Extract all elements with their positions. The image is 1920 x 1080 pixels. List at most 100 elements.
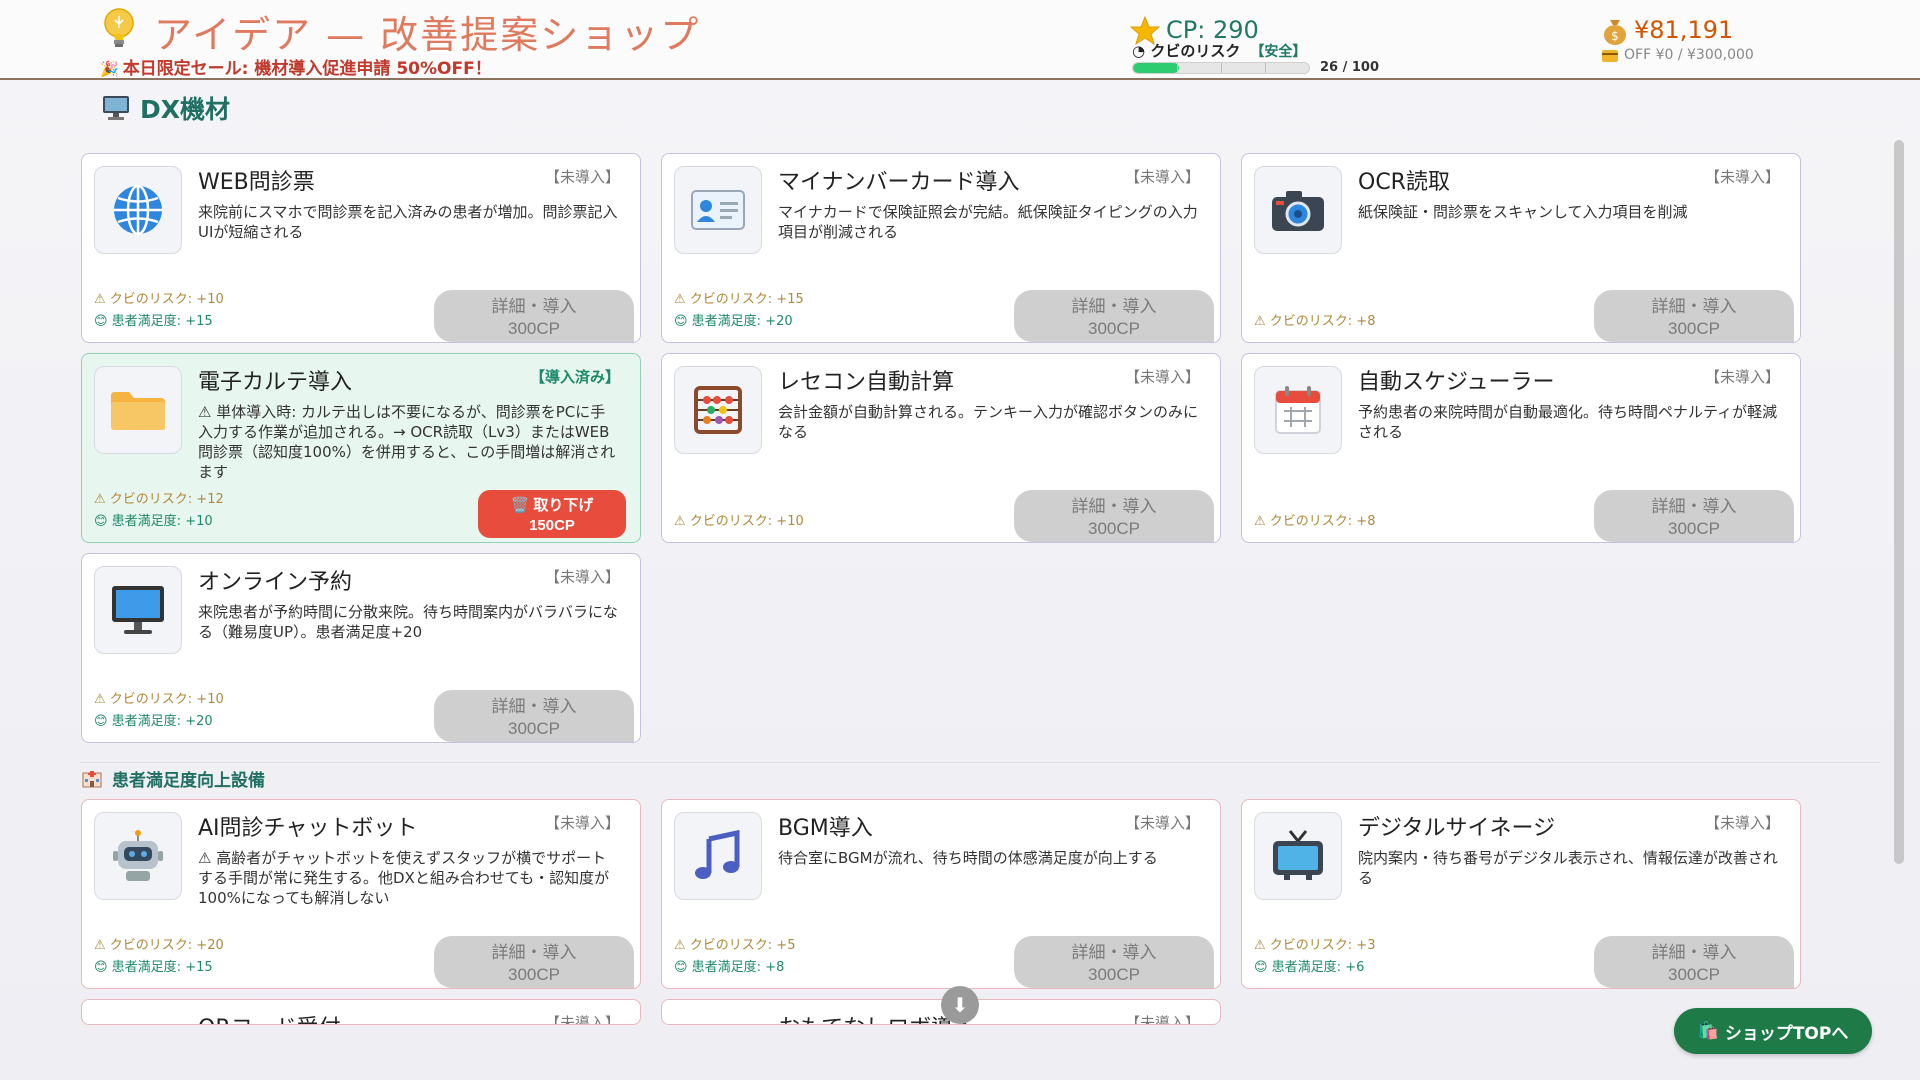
equipment-card-ocr[interactable]: OCR読取 【未導入】 紙保険証・問診票をスキャンして入力項目を削減 ⚠ クビの… [1241,153,1801,343]
equipment-card-bgm[interactable]: BGM導入 【未導入】 待合室にBGMが流れ、待ち時間の体感満足度が向上する ⚠… [661,799,1221,989]
detail-install-button[interactable]: 詳細・導入 300CP [1594,290,1794,342]
sale-banner: 🎉 本日限定セール: 機材導入促進申請 50%OFF！ [100,59,492,79]
light-bulb-icon [104,8,134,47]
svg-text:$: $ [1611,29,1619,43]
card-risk: ⚠ クビのリスク: +10 [674,514,804,529]
withdraw-button[interactable]: 🗑️ 取り下げ 150CP [478,490,626,538]
card-risk: ⚠ クビのリスク: +8 [1254,314,1376,329]
top-header: アイデア — 改善提案ショップ 🎉 本日限定セール: 機材導入促進申請 50%OF… [0,0,1920,80]
scroll-down-button[interactable]: ⬇ [941,986,979,1024]
card-description: 会計金額が自動計算される。テンキー入力が確認ボタンのみになる [778,403,1199,441]
detail-install-button[interactable]: 詳細・導入 300CP [434,936,634,988]
money-bag-icon: $ [1604,20,1626,45]
id-card-icon [691,190,745,230]
detail-install-button[interactable]: 詳細・導入 300CP [1594,490,1794,542]
abacus-icon [694,386,742,434]
card-satisfaction: 😊 患者満足度: +15 [94,960,213,975]
risk-count: 26 / 100 [1320,60,1380,75]
arrow-down-icon: ⬇ [951,993,969,1017]
risk-progress-bar [1132,62,1310,74]
card-icon-box [674,812,762,900]
risk-progress-fill [1133,63,1179,73]
card-satisfaction: 😊 患者満足度: +20 [94,714,213,729]
robot-icon [113,830,163,881]
card-title: オンライン予約 [198,570,353,595]
card-icon-box [94,566,182,654]
card-description: マイナカードで保険証照会が完結。紙保険証タイピングの入力項目が削減される [778,203,1198,241]
card-risk: ⚠ クビのリスク: +10 [94,292,224,307]
equipment-card-digital-signage[interactable]: デジタルサイネージ 【未導入】 院内案内・待ち番号がデジタル表示され、情報伝達が… [1241,799,1801,989]
card-risk: ⚠ クビのリスク: +20 [94,938,224,953]
card-status: 【未導入】 [544,1014,620,1025]
equipment-card-qr-reception[interactable]: QRコード受付 【未導入】 [81,999,641,1025]
equipment-card-ai-chatbot[interactable]: AI問診チャットボット 【未導入】 ⚠ 高齢者がチャットボットを使えずスタッフが… [81,799,641,989]
card-status: 【未導入】 [1124,168,1200,186]
card-description: 来院患者が予約時間に分散来院。待ち時間案内がバラバラになる（難易度UP）。患者満… [198,603,618,641]
card-title: 自動スケジューラー [1358,370,1555,395]
card-risk: ⚠ クビのリスク: +5 [674,938,796,953]
card-status: 【未導入】 [1124,814,1200,832]
card-icon-box [1254,366,1342,454]
detail-install-button[interactable]: 詳細・導入 300CP [434,690,634,742]
shop-top-button[interactable]: 🛍️ ショップTOPへ [1674,1008,1872,1054]
section-divider [80,762,1880,763]
globe-icon [114,184,162,236]
card-icon-box [94,166,182,254]
card-status: 【未導入】 [1124,1014,1200,1025]
card-title: デジタルサイネージ [1358,816,1556,841]
card-title: BGM導入 [778,816,873,841]
camera-icon [1272,191,1324,231]
card-status: 【未導入】 [544,814,620,832]
budget-line: OFF ¥0 / ¥300,000 [1624,47,1754,63]
equipment-card-emr[interactable]: 電子カルテ導入 【導入済み】 ⚠ 単体導入時: カルテ出しは不要になるが、問診票… [81,353,641,543]
scrollbar-thumb[interactable] [1894,140,1904,864]
card-description: 来院前にスマホで問診票を記入済みの患者が増加。問診票記入UIが短縮される [198,203,618,241]
card-satisfaction: 😊 患者満足度: +10 [94,514,213,529]
music-note-icon [695,829,740,879]
equipment-card-web-monshin[interactable]: WEB問診票 【未導入】 来院前にスマホで問診票を記入済みの患者が増加。問診票記… [81,153,641,343]
card-satisfaction: 😊 患者満足度: +20 [674,314,793,329]
card-status: 【未導入】 [1704,168,1780,186]
equipment-card-online-reservation[interactable]: オンライン予約 【未導入】 来院患者が予約時間に分散来院。待ち時間案内がバラバラ… [81,553,641,743]
card-satisfaction: 😊 患者満足度: +8 [674,960,785,975]
detail-install-button[interactable]: 詳細・導入 300CP [1014,936,1214,988]
card-title: マイナンバーカード導入 [778,170,1020,195]
card-title: AI問診チャットボット [198,816,418,841]
card-icon-box [94,812,182,900]
card-risk: ⚠ クビのリスク: +12 [94,492,224,507]
card-status: 【未導入】 [1704,368,1780,386]
card-description: ⚠ 高齢者がチャットボットを使えずスタッフが横でサポートする手間が常に発生する。… [198,849,610,907]
section-title-satisfaction: 患者満足度向上設備 [82,766,265,791]
app-title: アイデア — 改善提案ショップ [154,13,701,57]
card-description: ⚠ 単体導入時: カルテ出しは不要になるが、問診票をPCに手入力する作業が追加さ… [198,403,616,481]
risk-label: ◔ クビのリスク 【安全】 [1132,42,1307,60]
card-risk: ⚠ クビのリスク: +15 [674,292,804,307]
card-icon-box [94,366,182,454]
card-title: レセコン自動計算 [778,370,955,395]
card-status: 【未導入】 [544,568,620,586]
card-title: 電子カルテ導入 [198,370,353,395]
card-satisfaction: 😊 患者満足度: +15 [94,314,213,329]
card-description: 院内案内・待ち番号がデジタル表示され、情報伝達が改善される [1358,849,1778,887]
detail-install-button[interactable]: 詳細・導入 300CP [434,290,634,342]
detail-install-button[interactable]: 詳細・導入 300CP [1014,290,1214,342]
card-icon-box [674,166,762,254]
equipment-card-rececon[interactable]: レセコン自動計算 【未導入】 会計金額が自動計算される。テンキー入力が確認ボタン… [661,353,1221,543]
detail-install-button[interactable]: 詳細・導入 300CP [1014,490,1214,542]
folder-icon [111,392,165,430]
card-status: 【未導入】 [1704,814,1780,832]
card-icon-box [1254,166,1342,254]
card-icon-box [1254,812,1342,900]
detail-install-button[interactable]: 詳細・導入 300CP [1594,936,1794,988]
risk-gauge-icon: ◔ [1132,42,1146,60]
party-popper-icon: 🎉 [100,60,119,78]
equipment-card-scheduler[interactable]: 自動スケジューラー 【未導入】 予約患者の来院時間が自動最適化。待ち時間ペナルテ… [1241,353,1801,543]
desktop-computer-icon [103,96,129,120]
card-risk: ⚠ クビのリスク: +3 [1254,938,1376,953]
hospital-icon [82,770,102,787]
risk-status: 【安全】 [1250,44,1307,60]
equipment-card-mynumber[interactable]: マイナンバーカード導入 【未導入】 マイナカードで保険証照会が完結。紙保険証タイ… [661,153,1221,343]
card-icon-box [674,366,762,454]
television-icon [1273,830,1323,880]
card-risk: ⚠ クビのリスク: +8 [1254,514,1376,529]
